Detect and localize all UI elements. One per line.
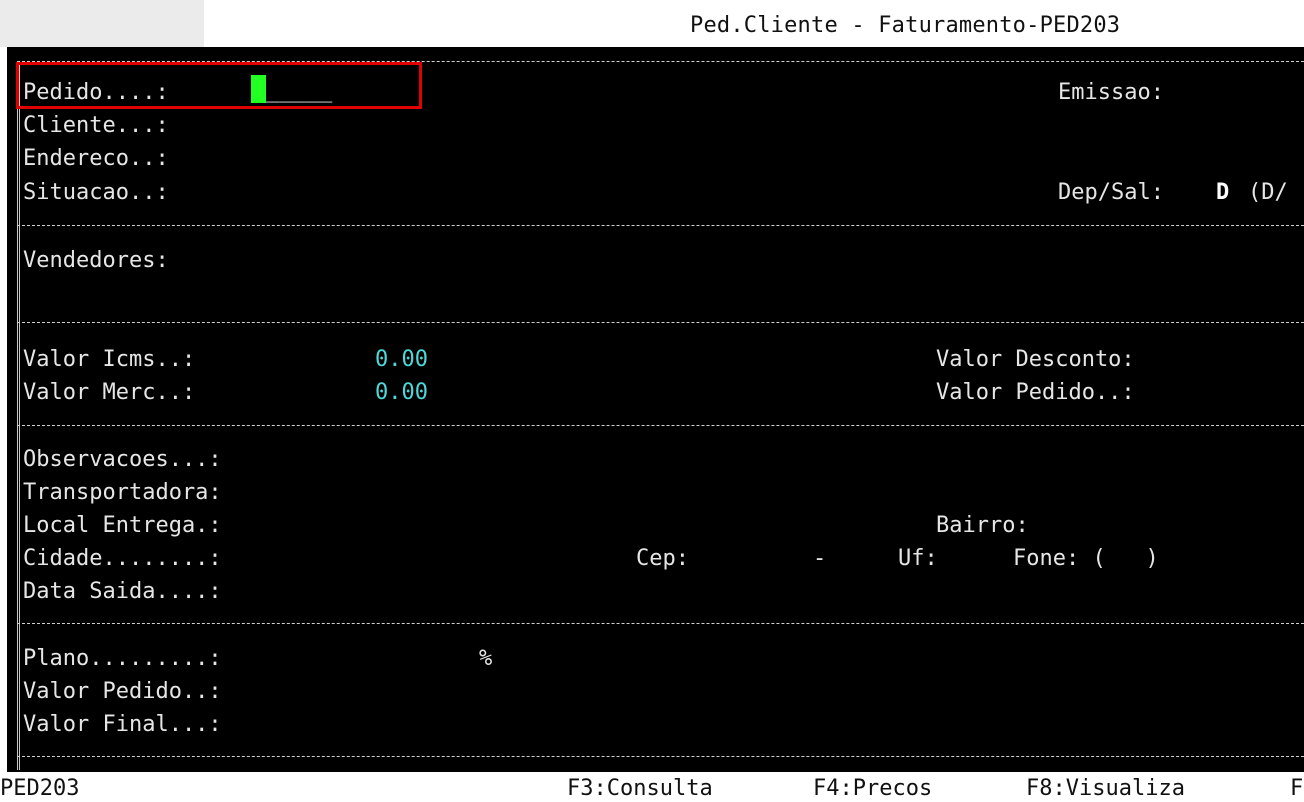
depsal-label: Dep/Sal: xyxy=(1058,180,1164,205)
vendedores-label: Vendedores: xyxy=(23,248,169,273)
transportadora-label: Transportadora: xyxy=(23,480,222,505)
title-bar-shade xyxy=(0,0,204,47)
uf-label: Uf: xyxy=(898,546,938,571)
f3-consulta-key[interactable]: F3:Consulta xyxy=(567,776,713,801)
valor-pedido-label: Valor Pedido..: xyxy=(936,380,1135,405)
local-entrega-label: Local Entrega.: xyxy=(23,513,222,538)
section-divider-valores xyxy=(17,425,1304,426)
bairro-label: Bairro: xyxy=(936,513,1029,538)
section-divider-bottom xyxy=(17,756,1304,757)
window-title-bar: Ped.Cliente - Faturamento-PED203 xyxy=(0,0,1304,47)
observacoes-label: Observacoes...: xyxy=(23,447,222,472)
situacao-label: Situacao..: xyxy=(23,180,169,205)
depsal-value[interactable]: D xyxy=(1216,177,1229,209)
cep-separator: - xyxy=(813,546,827,571)
window-title: Ped.Cliente - Faturamento-PED203 xyxy=(690,13,1121,38)
valor-merc-value: 0.00 xyxy=(375,380,428,405)
valor-pedido-final-label: Valor Pedido..: xyxy=(23,679,222,704)
plano-label: Plano.........: xyxy=(23,646,222,671)
program-code: PED203 xyxy=(0,776,80,801)
cliente-label: Cliente...: xyxy=(23,113,169,138)
more-keys-indicator[interactable]: F xyxy=(1290,776,1303,801)
section-divider-entrega xyxy=(17,623,1304,624)
terminal-screen: Pedido....: _____ Emissao: Cliente...: E… xyxy=(7,47,1304,772)
depsal-options: (D/ xyxy=(1248,180,1288,205)
f4-precos-key[interactable]: F4:Precos xyxy=(813,776,932,801)
fone-label: Fone: ( ) xyxy=(1013,546,1159,571)
valor-icms-value: 0.00 xyxy=(375,347,428,372)
valor-merc-label: Valor Merc..: xyxy=(23,380,196,405)
cep-label: Cep: xyxy=(636,546,689,571)
endereco-label: Endereco..: xyxy=(23,146,169,171)
plano-percent: % xyxy=(479,646,493,671)
f8-visualiza-key[interactable]: F8:Visualiza xyxy=(1026,776,1185,801)
data-saida-label: Data Saida....: xyxy=(23,579,222,604)
section-divider-vendedores xyxy=(17,322,1304,323)
section-divider-header xyxy=(17,225,1304,226)
cidade-label: Cidade........: xyxy=(23,546,222,571)
valor-final-label: Valor Final...: xyxy=(23,712,222,737)
valor-desconto-label: Valor Desconto: xyxy=(936,347,1135,372)
function-key-bar: PED203 F3:Consulta F4:Precos F8:Visualiz… xyxy=(0,772,1304,802)
valor-icms-label: Valor Icms..: xyxy=(23,347,196,372)
emissao-label: Emissao: xyxy=(1058,80,1164,105)
pedido-highlight-box xyxy=(16,62,422,109)
